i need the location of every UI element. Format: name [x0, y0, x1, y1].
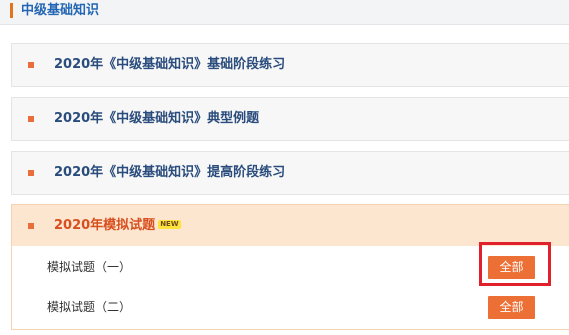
section-mock-exams[interactable]: 2020年模拟试题 NEW — [11, 204, 569, 247]
mock-exam-list: 模拟试题（一） 全部 模拟试题（二） 全部 — [11, 246, 569, 330]
header-accent-bar — [10, 3, 13, 18]
square-bullet-icon — [28, 170, 34, 176]
exam-label: 模拟试题（一） — [47, 260, 132, 274]
new-badge: NEW — [158, 220, 181, 229]
all-button[interactable]: 全部 — [488, 296, 535, 319]
exam-label: 模拟试题（二） — [47, 300, 132, 314]
section-basic-practice[interactable]: 2020年《中级基础知识》基础阶段练习 — [11, 43, 569, 87]
list-item: 模拟试题（一） 全部 — [12, 247, 569, 287]
section-title-text[interactable]: 2020年模拟试题 — [54, 218, 155, 233]
section-title[interactable]: 2020年《中级基础知识》提高阶段练习 — [54, 164, 285, 182]
page-title: 中级基础知识 — [21, 3, 100, 18]
section-title[interactable]: 2020年《中级基础知识》典型例题 — [54, 110, 259, 128]
section-header: 中级基础知识 — [0, 0, 569, 25]
square-bullet-icon — [28, 116, 34, 122]
section-title[interactable]: 2020年《中级基础知识》基础阶段练习 — [54, 56, 285, 74]
section-typical-examples[interactable]: 2020年《中级基础知识》典型例题 — [11, 97, 569, 141]
square-bullet-icon — [28, 223, 34, 229]
section-title[interactable]: 2020年模拟试题 NEW — [54, 217, 181, 235]
all-button[interactable]: 全部 — [488, 256, 535, 279]
list-item: 模拟试题（二） 全部 — [12, 287, 569, 327]
square-bullet-icon — [28, 62, 34, 68]
section-advanced-practice[interactable]: 2020年《中级基础知识》提高阶段练习 — [11, 151, 569, 195]
